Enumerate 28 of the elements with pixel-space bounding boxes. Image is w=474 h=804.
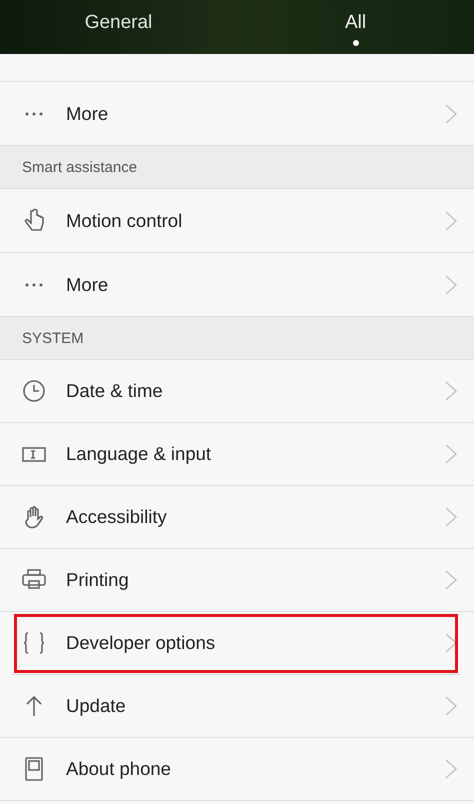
- chevron-icon: [444, 569, 458, 591]
- row-label: More: [66, 102, 110, 124]
- dots-icon: [25, 112, 43, 116]
- row-label: Language & input: [66, 443, 212, 465]
- chevron-icon: [444, 443, 458, 465]
- row-label: Motion control: [66, 210, 184, 232]
- chevron-icon: [444, 102, 458, 124]
- row-label: Printing: [66, 569, 130, 591]
- chevron-icon: [444, 758, 458, 780]
- row-label: Developer options: [66, 632, 216, 654]
- row-label: Date & time: [66, 380, 164, 402]
- chevron-icon: [444, 274, 458, 296]
- tab[interactable]: All: [237, 0, 474, 54]
- chevron-icon: [444, 632, 458, 654]
- section-title: SYSTEM: [22, 330, 84, 346]
- row-label: Accessibility: [66, 506, 168, 528]
- chevron-icon: [444, 695, 458, 717]
- tab[interactable]: General: [0, 0, 237, 54]
- settings-row[interactable]: Developer options: [12, 612, 460, 675]
- chevron-icon: [444, 380, 458, 402]
- row-label: About phone: [66, 758, 172, 780]
- section-title: Smart assistance: [22, 158, 138, 176]
- clock-icon: [20, 377, 48, 405]
- row-label: Update: [66, 695, 127, 717]
- chevron-icon: [444, 210, 458, 232]
- dots-icon: [25, 282, 43, 286]
- chevron-icon: [444, 506, 458, 528]
- row-label: More: [66, 274, 110, 296]
